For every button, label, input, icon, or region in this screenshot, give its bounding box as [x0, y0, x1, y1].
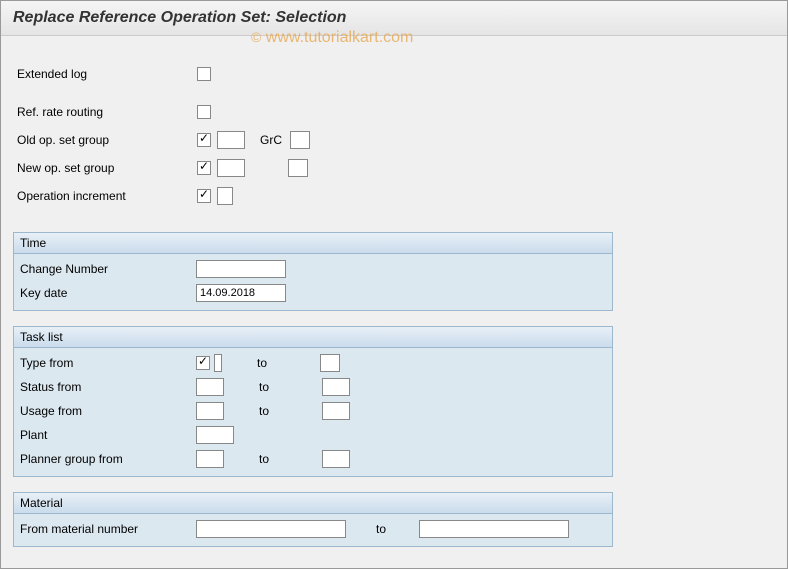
key-date-input[interactable]	[196, 284, 286, 302]
material-section: Material From material number to	[13, 492, 613, 547]
key-date-label: Key date	[20, 286, 196, 300]
to-material-input[interactable]	[419, 520, 569, 538]
plant-input[interactable]	[196, 426, 234, 444]
ref-rate-routing-label: Ref. rate routing	[17, 105, 197, 119]
material-to-label: to	[376, 522, 396, 536]
extended-log-label: Extended log	[17, 67, 197, 81]
planner-group-from-label: Planner group from	[20, 452, 196, 466]
old-op-set-group-checkbox[interactable]	[197, 133, 211, 147]
extended-log-checkbox[interactable]	[197, 67, 211, 81]
grc-label: GrC	[260, 133, 282, 147]
new-op-set-group-label: New op. set group	[17, 161, 197, 175]
new-op-set-group-input[interactable]	[217, 159, 245, 177]
old-op-set-group-label: Old op. set group	[17, 133, 197, 147]
type-from-checkbox[interactable]	[196, 356, 210, 370]
change-number-label: Change Number	[20, 262, 196, 276]
new-op-set-group-checkbox[interactable]	[197, 161, 211, 175]
top-fields: Extended log Ref. rate routing Old op. s…	[13, 48, 775, 217]
ref-rate-routing-checkbox[interactable]	[197, 105, 211, 119]
from-material-label: From material number	[20, 522, 196, 536]
task-list-section: Task list Type from to Status from to Us…	[13, 326, 613, 477]
type-from-label: Type from	[20, 356, 196, 370]
planner-group-to-input[interactable]	[322, 450, 350, 468]
status-to-label: to	[259, 380, 279, 394]
status-from-input[interactable]	[196, 378, 224, 396]
operation-increment-input[interactable]	[217, 187, 233, 205]
status-to-input[interactable]	[322, 378, 350, 396]
planner-group-from-input[interactable]	[196, 450, 224, 468]
usage-from-label: Usage from	[20, 404, 196, 418]
grc2-input[interactable]	[288, 159, 308, 177]
status-from-label: Status from	[20, 380, 196, 394]
usage-to-input[interactable]	[322, 402, 350, 420]
page-title: Replace Reference Operation Set: Selecti…	[1, 1, 787, 36]
planner-group-to-label: to	[259, 452, 279, 466]
plant-label: Plant	[20, 428, 196, 442]
type-from-input[interactable]	[214, 354, 222, 372]
time-section-title: Time	[14, 233, 612, 254]
old-op-set-group-input[interactable]	[217, 131, 245, 149]
grc-input[interactable]	[290, 131, 310, 149]
operation-increment-checkbox[interactable]	[197, 189, 211, 203]
material-section-title: Material	[14, 493, 612, 514]
from-material-input[interactable]	[196, 520, 346, 538]
task-list-section-title: Task list	[14, 327, 612, 348]
usage-to-label: to	[259, 404, 279, 418]
time-section: Time Change Number Key date	[13, 232, 613, 311]
change-number-input[interactable]	[196, 260, 286, 278]
type-to-label: to	[257, 356, 277, 370]
operation-increment-label: Operation increment	[17, 189, 197, 203]
usage-from-input[interactable]	[196, 402, 224, 420]
type-to-input[interactable]	[320, 354, 340, 372]
